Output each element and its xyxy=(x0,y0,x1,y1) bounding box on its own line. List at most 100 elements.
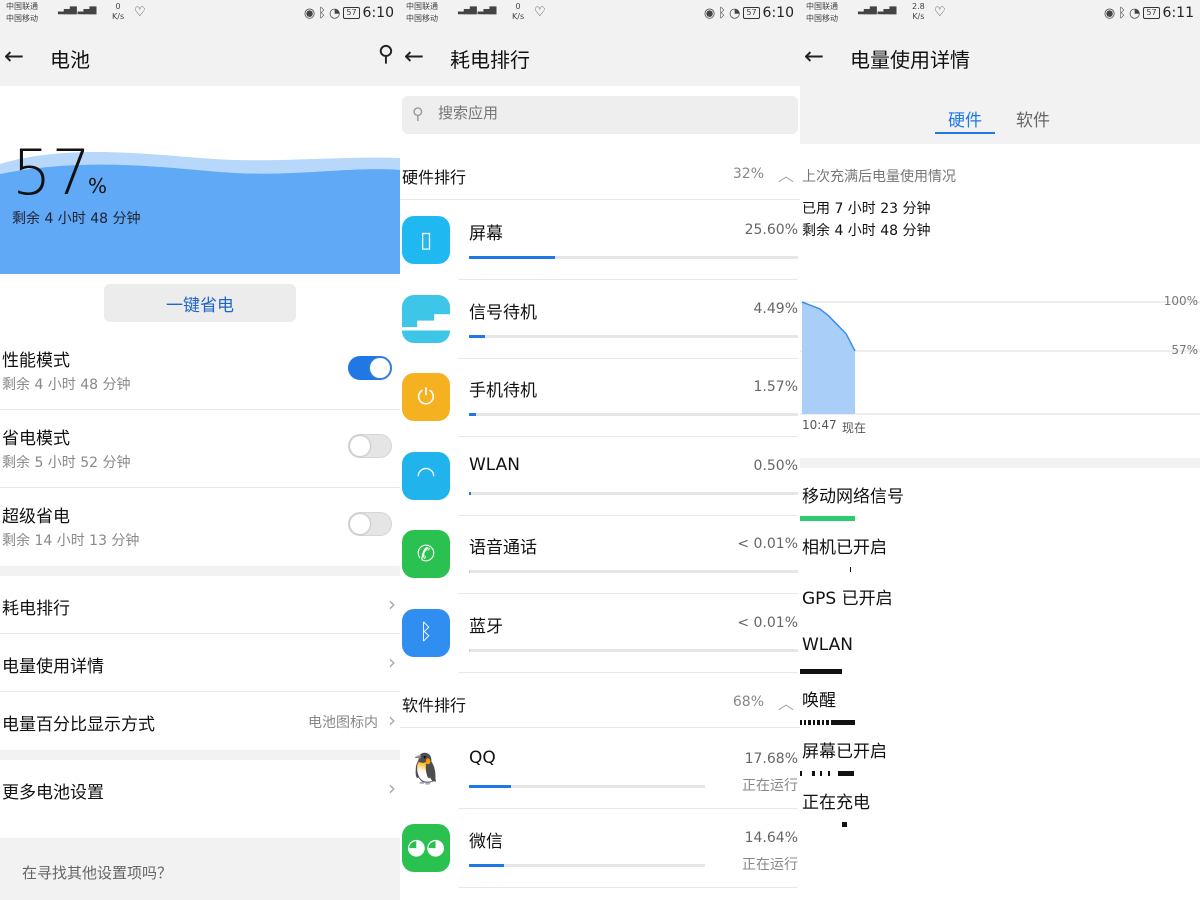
usage-bar-track xyxy=(469,413,798,416)
hardware-usage-timeline xyxy=(800,669,1200,674)
signal-icon: ▂▄▆ ▂▄▆ xyxy=(858,5,895,15)
carrier-2: 中国移动 xyxy=(806,13,838,25)
software-ranking-header[interactable]: 软件排行 68% ︿ xyxy=(400,678,800,728)
chevron-right-icon: › xyxy=(388,592,396,616)
app-percent: 0.50% xyxy=(754,458,798,474)
timeline-segment xyxy=(820,771,822,776)
usage-bar-track xyxy=(469,492,798,495)
section-title: 软件排行 xyxy=(402,692,466,716)
performance-toggle[interactable] xyxy=(348,356,392,380)
tab-hardware[interactable]: 硬件 xyxy=(948,106,982,131)
hardware-usage-row: 屏幕已开启 xyxy=(800,737,1200,788)
app-row[interactable]: ▁▃▅信号待机4.49% xyxy=(400,281,800,359)
mode-row-power-save[interactable]: 省电模式 剩余 5 小时 52 分钟 xyxy=(0,410,400,488)
x-tick-label: 现在 xyxy=(842,419,866,436)
app-percent: 14.64% xyxy=(745,830,798,846)
nav-item-percent-display[interactable]: 电量百分比显示方式 电池图标内 › xyxy=(0,692,400,750)
search-icon[interactable]: ⚲ xyxy=(378,42,394,67)
hardware-usage-timeline xyxy=(800,720,1200,725)
find-more-settings[interactable]: 在寻找其他设置项吗？ xyxy=(0,838,400,900)
phone-standby-icon: ⏻ xyxy=(402,373,450,421)
power-save-toggle[interactable] xyxy=(348,434,392,458)
one-key-save-button[interactable]: 一键省电 xyxy=(104,284,296,322)
chevron-up-icon[interactable]: ︿ xyxy=(778,690,794,714)
usage-bar-track xyxy=(469,570,798,573)
app-row[interactable]: ▯屏幕25.60% xyxy=(400,202,800,280)
hardware-usage-label: 屏幕已开启 xyxy=(802,737,887,762)
nav-item-usage-details[interactable]: 电量使用详情 › xyxy=(0,634,400,692)
mode-title: 省电模式 xyxy=(2,424,70,449)
mode-row-performance[interactable]: 性能模式 剩余 4 小时 48 分钟 xyxy=(0,332,400,410)
app-name: 蓝牙 xyxy=(469,612,503,637)
search-box[interactable]: ⚲ xyxy=(402,96,798,134)
chevron-right-icon: › xyxy=(388,708,396,732)
hardware-usage-row: 唤醒 xyxy=(800,686,1200,737)
search-input[interactable] xyxy=(438,104,758,122)
ranking-screen: 中国联通 中国移动 ▂▄▆ ▂▄▆ 0 K/s ♡ ◉ ᛒ ◔ 57 6:10 … xyxy=(400,0,800,900)
wifi-icon: ◠ xyxy=(402,452,450,500)
app-name: WLAN xyxy=(469,455,520,475)
ultra-save-toggle[interactable] xyxy=(348,512,392,536)
battery-percent: 57 xyxy=(12,136,91,209)
carrier-1: 中国联通 xyxy=(806,1,838,13)
hardware-ranking-header[interactable]: 硬件排行 32% ︿ xyxy=(400,150,800,200)
hardware-usage-label: WLAN xyxy=(802,635,853,655)
title-bar: ← 耗电排行 xyxy=(400,28,800,86)
page-title: 电量使用详情 xyxy=(850,44,970,73)
timeline-segment xyxy=(812,771,815,776)
title-bar: ← 电池 ⚲ xyxy=(0,28,400,86)
nav-item-consumption-ranking[interactable]: 耗电排行 › xyxy=(0,576,400,634)
timeline-segment xyxy=(826,720,829,725)
app-row[interactable]: ⏻手机待机1.57% xyxy=(400,359,800,437)
net-speed-unit: K/s xyxy=(912,12,925,22)
chart-area-fill xyxy=(802,302,855,414)
chevron-up-icon[interactable]: ︿ xyxy=(778,162,794,186)
eye-icon: ◉ xyxy=(1104,6,1115,21)
nav-label: 电量百分比显示方式 xyxy=(2,710,155,735)
app-row[interactable]: ◠ WLAN 0.50% xyxy=(400,438,800,516)
hardware-usage-timeline xyxy=(800,822,1200,827)
y-tick-label: 100% xyxy=(1164,294,1198,308)
usage-remaining: 剩余 4 小时 48 分钟 xyxy=(802,220,931,240)
mode-sub: 剩余 5 小时 52 分钟 xyxy=(2,452,131,472)
app-row[interactable]: ◕◕微信14.64%正在运行 xyxy=(400,810,800,888)
battery-icon: 57 xyxy=(1143,7,1159,19)
hardware-usage-row: GPS 已开启 xyxy=(800,584,1200,635)
hardware-usage-row: 正在充电 xyxy=(800,788,1200,839)
heart-icon: ♡ xyxy=(934,5,946,20)
net-speed-unit: K/s xyxy=(512,12,524,22)
section-title: 硬件排行 xyxy=(402,164,466,188)
status-bar: 中国联通 中国移动 ▂▄▆ ▂▄▆ 2.8 K/s ♡ ◉ ᛒ ◔ 57 6:1… xyxy=(800,0,1200,28)
usage-heading: 上次充满后电量使用情况 xyxy=(802,166,956,186)
usage-bar-fill xyxy=(469,785,511,788)
signal-icon: ▂▄▆ ▂▄▆ xyxy=(458,5,495,15)
hardware-usage-row: 移动网络信号 xyxy=(800,482,1200,533)
nav-item-more-settings[interactable]: 更多电池设置 › xyxy=(0,760,400,818)
app-percent: 1.57% xyxy=(754,379,798,395)
find-more-text: 在寻找其他设置项吗？ xyxy=(22,862,172,883)
battery-percent-sign: % xyxy=(88,174,107,198)
back-arrow-icon[interactable]: ← xyxy=(804,42,832,72)
app-status: 正在运行 xyxy=(742,775,798,795)
back-arrow-icon[interactable]: ← xyxy=(4,42,32,72)
battery-icon: 57 xyxy=(343,7,359,19)
timeline-segment xyxy=(800,720,802,725)
timeline-segment xyxy=(800,771,802,776)
tab-software[interactable]: 软件 xyxy=(1016,106,1050,131)
mode-sub: 剩余 4 小时 48 分钟 xyxy=(2,374,131,394)
divider xyxy=(0,566,400,576)
app-row[interactable]: ✆语音通话< 0.01% xyxy=(400,516,800,594)
section-percent: 32% xyxy=(733,166,764,182)
app-row[interactable]: ᛒ蓝牙< 0.01% xyxy=(400,595,800,673)
wechat-icon: ◕◕ xyxy=(402,824,450,872)
usage-details-screen: 中国联通 中国移动 ▂▄▆ ▂▄▆ 2.8 K/s ♡ ◉ ᛒ ◔ 57 6:1… xyxy=(800,0,1200,900)
app-row[interactable]: 🐧QQ17.68%正在运行 xyxy=(400,731,800,809)
mode-row-ultra-save[interactable]: 超级省电 剩余 14 小时 13 分钟 xyxy=(0,488,400,566)
back-arrow-icon[interactable]: ← xyxy=(404,42,432,72)
hardware-usage-timeline xyxy=(800,516,1200,521)
hardware-usage-row: 相机已开启 xyxy=(800,533,1200,584)
divider xyxy=(800,458,1200,468)
timeline-segment xyxy=(828,771,830,776)
usage-bar-track xyxy=(469,864,705,867)
bluetooth-status-icon: ᛒ xyxy=(718,6,726,21)
